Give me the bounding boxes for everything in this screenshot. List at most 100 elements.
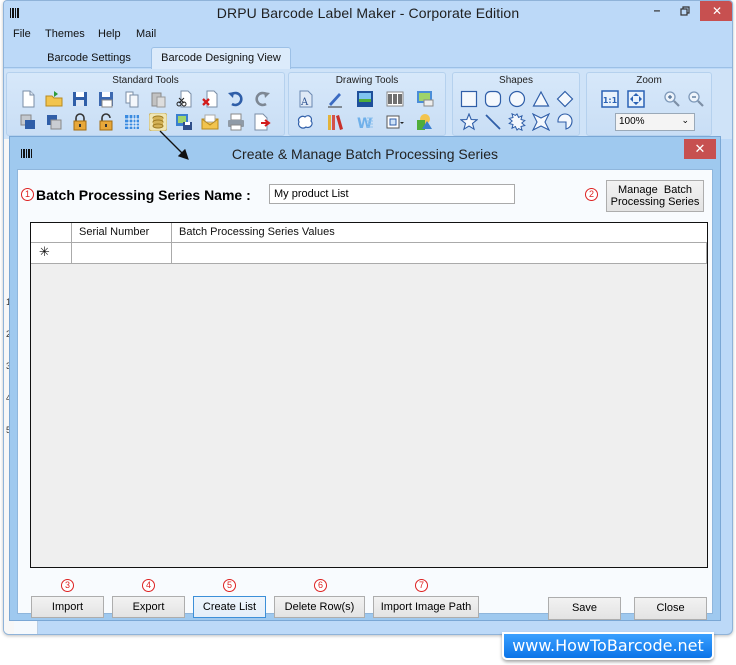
new-icon[interactable] [19,90,37,108]
import-image-path-button[interactable]: Import Image Path [373,596,479,618]
grid-new-row: ✳ [31,243,707,264]
series-name-label: Batch Processing Series Name : [36,187,251,203]
series-value-cell[interactable] [172,243,707,263]
close-button[interactable]: Close [634,597,707,620]
row-header-column [31,223,72,242]
dialog-title: Create & Manage Batch Processing Series [231,146,499,162]
step-badge: 4 [142,579,155,592]
grid-header: Serial Number Batch Processing Series Va… [31,223,707,243]
zoom-select[interactable]: 100% ⌄ [615,113,695,131]
series-name-input[interactable] [269,184,515,204]
print-icon[interactable] [227,113,245,131]
zoom-in-icon[interactable] [663,90,681,108]
group-shapes: Shapes [452,72,580,136]
group-standard-tools: Standard Tools [6,72,285,136]
menu-bar: File Themes Help Mail [4,25,732,45]
cut-icon[interactable] [175,90,193,108]
batch-processing-dialog: Create & Manage Batch Processing Series … [9,136,721,621]
batch-processing-icon[interactable] [148,112,168,132]
mail-icon[interactable] [201,113,219,131]
zoom-out-icon[interactable] [687,90,705,108]
text-icon[interactable]: A [296,90,314,108]
paste-icon[interactable] [149,90,167,108]
shape-blob-icon[interactable] [296,113,314,131]
watermark-icon[interactable]: W [356,113,374,132]
svg-text:A: A [300,97,309,108]
delete-icon[interactable] [201,90,219,108]
group-title: Standard Tools [112,75,179,86]
fit-to-window-icon[interactable] [627,90,645,108]
batch-series-grid: Serial Number Batch Processing Series Va… [30,222,708,568]
step-badge: 5 [223,579,236,592]
delete-rows-button[interactable]: Delete Row(s) [274,596,365,618]
align-dropdown-icon[interactable] [386,113,404,131]
tab-strip: Barcode Settings Barcode Designing View [4,46,732,69]
menu-help[interactable]: Help [98,28,121,40]
manage-batch-processing-series-button[interactable]: Manage Batch Processing Series [606,180,704,212]
pencil-icon[interactable] [326,90,344,108]
import-button[interactable]: Import [31,596,104,618]
ellipse-icon[interactable] [508,90,526,108]
save-as-icon[interactable] [97,90,115,108]
save-icon[interactable] [71,90,89,108]
books-icon[interactable] [326,113,344,131]
actual-size-icon[interactable]: 1:1 [601,90,619,108]
tab-barcode-settings[interactable]: Barcode Settings [44,50,134,68]
step-badge: 1 [21,188,34,201]
dialog-close-button[interactable]: ✕ [684,139,716,159]
menu-file[interactable]: File [13,28,31,40]
ribbon: Standard Tools Drawing Tools A W Shapes Z… [4,69,732,139]
image-library-icon[interactable] [416,90,434,108]
group-title: Drawing Tools [335,75,399,86]
restore-button[interactable] [672,3,698,23]
title-bar: DRPU Barcode Label Maker - Corporate Edi… [4,1,732,25]
step-badge: 7 [415,579,428,592]
fill-dropdown-icon[interactable] [416,113,434,131]
menu-themes[interactable]: Themes [45,28,85,40]
export-button[interactable]: Export [112,596,185,618]
bring-front-icon[interactable] [45,113,63,131]
group-title: Zoom [636,75,662,86]
rectangle-icon[interactable] [460,90,478,108]
lock-icon[interactable] [71,113,89,131]
rounded-rectangle-icon[interactable] [484,90,502,108]
redo-icon[interactable] [253,90,271,108]
column-header-serial-number[interactable]: Serial Number [72,223,172,242]
step-badge: 3 [61,579,74,592]
send-back-icon[interactable] [19,113,37,131]
group-drawing-tools: Drawing Tools A W [288,72,446,136]
menu-mail[interactable]: Mail [136,28,156,40]
chevron-down-icon: ⌄ [681,115,689,125]
image-save-icon[interactable] [175,113,193,131]
window-title: DRPU Barcode Label Maker - Corporate Edi… [216,5,520,21]
burst-icon[interactable] [508,112,526,132]
dialog-content: 1 Batch Processing Series Name : 2 Manag… [17,169,713,620]
save-button[interactable]: Save [548,597,621,620]
star-icon[interactable] [459,112,479,131]
minimize-button[interactable]: – [644,3,670,23]
tab-barcode-designing-view[interactable]: Barcode Designing View [151,47,291,69]
picture-icon[interactable] [356,90,374,108]
diamond-icon[interactable] [556,90,574,108]
column-header-series-values[interactable]: Batch Processing Series Values [172,223,708,242]
step-badge: 2 [585,188,598,201]
copy-icon[interactable] [123,90,141,108]
grid-icon[interactable] [123,113,141,131]
four-point-star-icon[interactable] [531,112,551,132]
dialog-title-bar: Create & Manage Batch Processing Series … [10,137,720,169]
serial-number-cell[interactable] [72,243,172,263]
line-icon[interactable] [484,113,502,131]
unlock-icon[interactable] [97,113,115,131]
group-title: Shapes [499,75,533,86]
step-badge: 6 [314,579,327,592]
create-list-button[interactable]: Create List [193,596,266,618]
restore-icon [680,6,690,16]
barcode-icon[interactable] [386,90,404,108]
export-icon[interactable] [253,113,271,131]
triangle-icon[interactable] [532,90,550,108]
open-icon[interactable] [45,90,63,108]
arc-icon[interactable] [556,113,574,131]
close-window-button[interactable]: ✕ [700,1,732,21]
undo-icon[interactable] [227,90,245,108]
website-watermark: www.HowToBarcode.net [502,632,714,660]
